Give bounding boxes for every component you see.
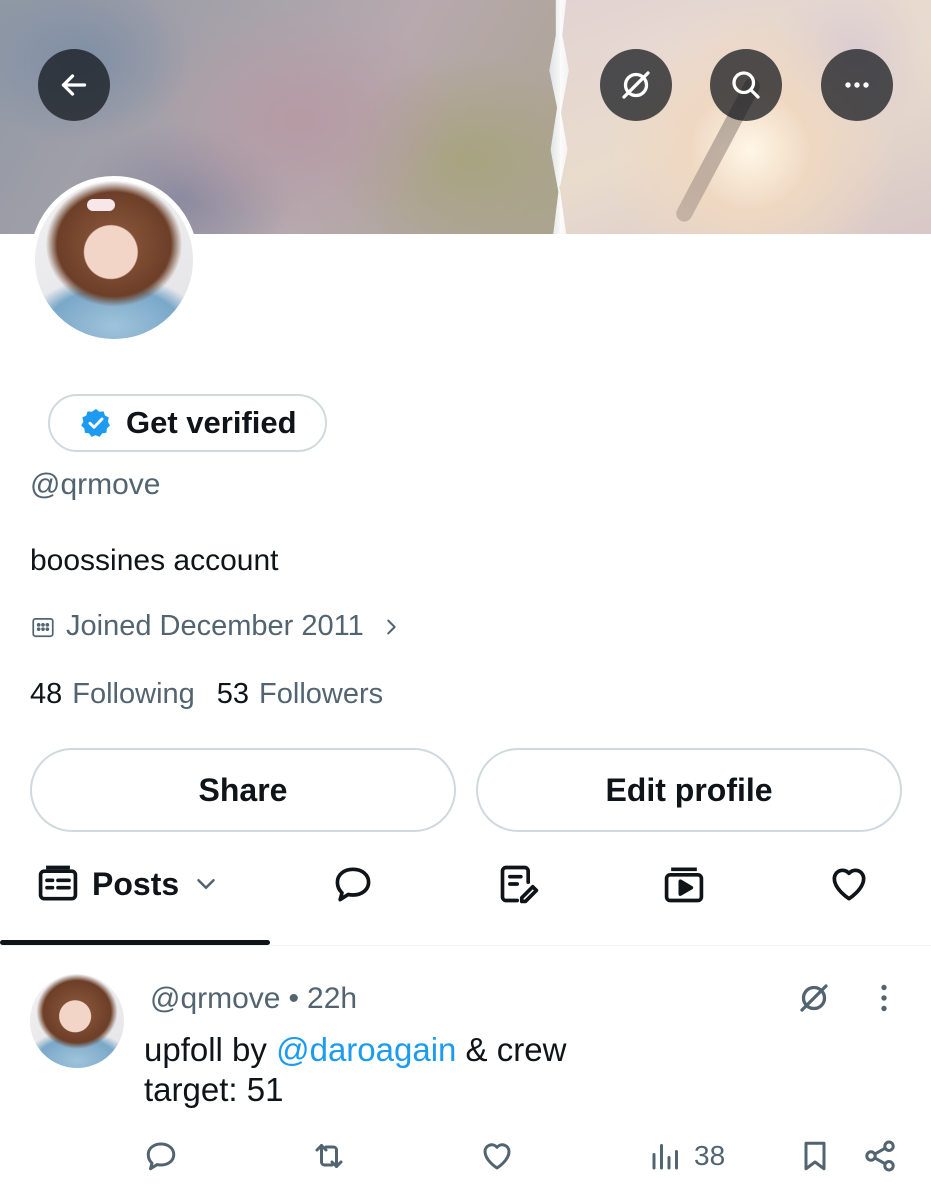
more-button[interactable] <box>821 49 893 121</box>
posts-icon <box>38 865 78 901</box>
followers-stat[interactable]: 53 Followers <box>217 678 383 711</box>
like-button[interactable] <box>479 1138 515 1174</box>
views-button[interactable]: 38 <box>648 1138 725 1174</box>
arrow-left-icon <box>61 74 87 96</box>
media-icon <box>664 867 704 903</box>
post-text-prefix: upfoll by <box>144 1031 277 1068</box>
post-meta: @qrmove • 22h <box>150 982 357 1016</box>
profile-bio: boossines account <box>30 544 279 577</box>
search-icon <box>732 71 760 99</box>
profile-handle: @qrmove <box>30 468 161 501</box>
following-stat[interactable]: 48 Following <box>30 678 195 711</box>
heart-icon <box>832 868 866 901</box>
grok-icon <box>800 984 828 1012</box>
calendar-icon <box>32 617 54 637</box>
replies-icon <box>335 867 371 902</box>
edit-profile-button[interactable]: Edit profile <box>476 748 902 832</box>
more-vertical-icon <box>881 984 887 1012</box>
post-avatar[interactable] <box>30 974 124 1068</box>
post-line-2: target: 51 <box>144 1071 284 1108</box>
reply-icon <box>146 1142 176 1171</box>
tab-replies[interactable] <box>331 862 375 906</box>
joined-date[interactable]: Joined December 2011 <box>30 610 402 643</box>
following-label: Following <box>72 678 195 710</box>
chevron-right-icon <box>386 619 396 634</box>
get-verified-label: Get verified <box>126 405 297 440</box>
heart-icon <box>483 1143 511 1170</box>
share-button[interactable]: Share <box>30 748 456 832</box>
share-post-button[interactable] <box>862 1138 898 1174</box>
verified-badge-icon <box>81 409 110 437</box>
bookmark-button[interactable] <box>797 1138 833 1174</box>
follow-stats: 48 Following 53 Followers <box>30 678 383 711</box>
articles-icon <box>500 865 539 904</box>
post-time[interactable]: 22h <box>307 982 357 1016</box>
tab-articles[interactable] <box>497 862 541 906</box>
post-grok-button[interactable] <box>796 980 832 1016</box>
reply-button[interactable] <box>143 1138 179 1174</box>
repost-icon <box>315 1144 343 1168</box>
repost-button[interactable] <box>311 1138 347 1174</box>
more-horizontal-icon <box>845 82 869 88</box>
post-more-button[interactable] <box>866 980 902 1016</box>
profile-avatar[interactable] <box>30 176 198 344</box>
bookmark-icon <box>804 1141 826 1171</box>
followers-label: Followers <box>259 678 384 710</box>
followers-count: 53 <box>216 678 250 710</box>
chevron-down-icon <box>197 879 215 889</box>
joined-label: Joined December 2011 <box>66 610 364 642</box>
post-text: upfoll by @daroagain & crew target: 51 <box>144 1030 566 1110</box>
post-line-1: upfoll by @daroagain & crew <box>144 1030 566 1070</box>
post-separator: • <box>288 982 300 1015</box>
following-count: 48 <box>30 678 63 710</box>
tab-media[interactable] <box>662 862 706 906</box>
grok-button[interactable] <box>600 49 672 121</box>
post-mention-link[interactable]: @daroagain <box>276 1031 456 1068</box>
post-handle[interactable]: @qrmove <box>150 982 281 1016</box>
share-icon <box>865 1140 895 1172</box>
tab-likes[interactable] <box>827 862 871 906</box>
get-verified-button[interactable]: Get verified <box>48 394 327 452</box>
grok-icon <box>622 71 650 99</box>
views-icon <box>652 1144 678 1170</box>
search-button[interactable] <box>710 49 782 121</box>
views-count: 38 <box>694 1140 726 1171</box>
tab-posts[interactable]: Posts <box>36 862 221 906</box>
post-text-suffix: & crew <box>456 1031 567 1068</box>
tabs-divider <box>0 945 931 946</box>
back-button[interactable] <box>38 49 110 121</box>
tab-posts-label: Posts <box>92 865 180 902</box>
